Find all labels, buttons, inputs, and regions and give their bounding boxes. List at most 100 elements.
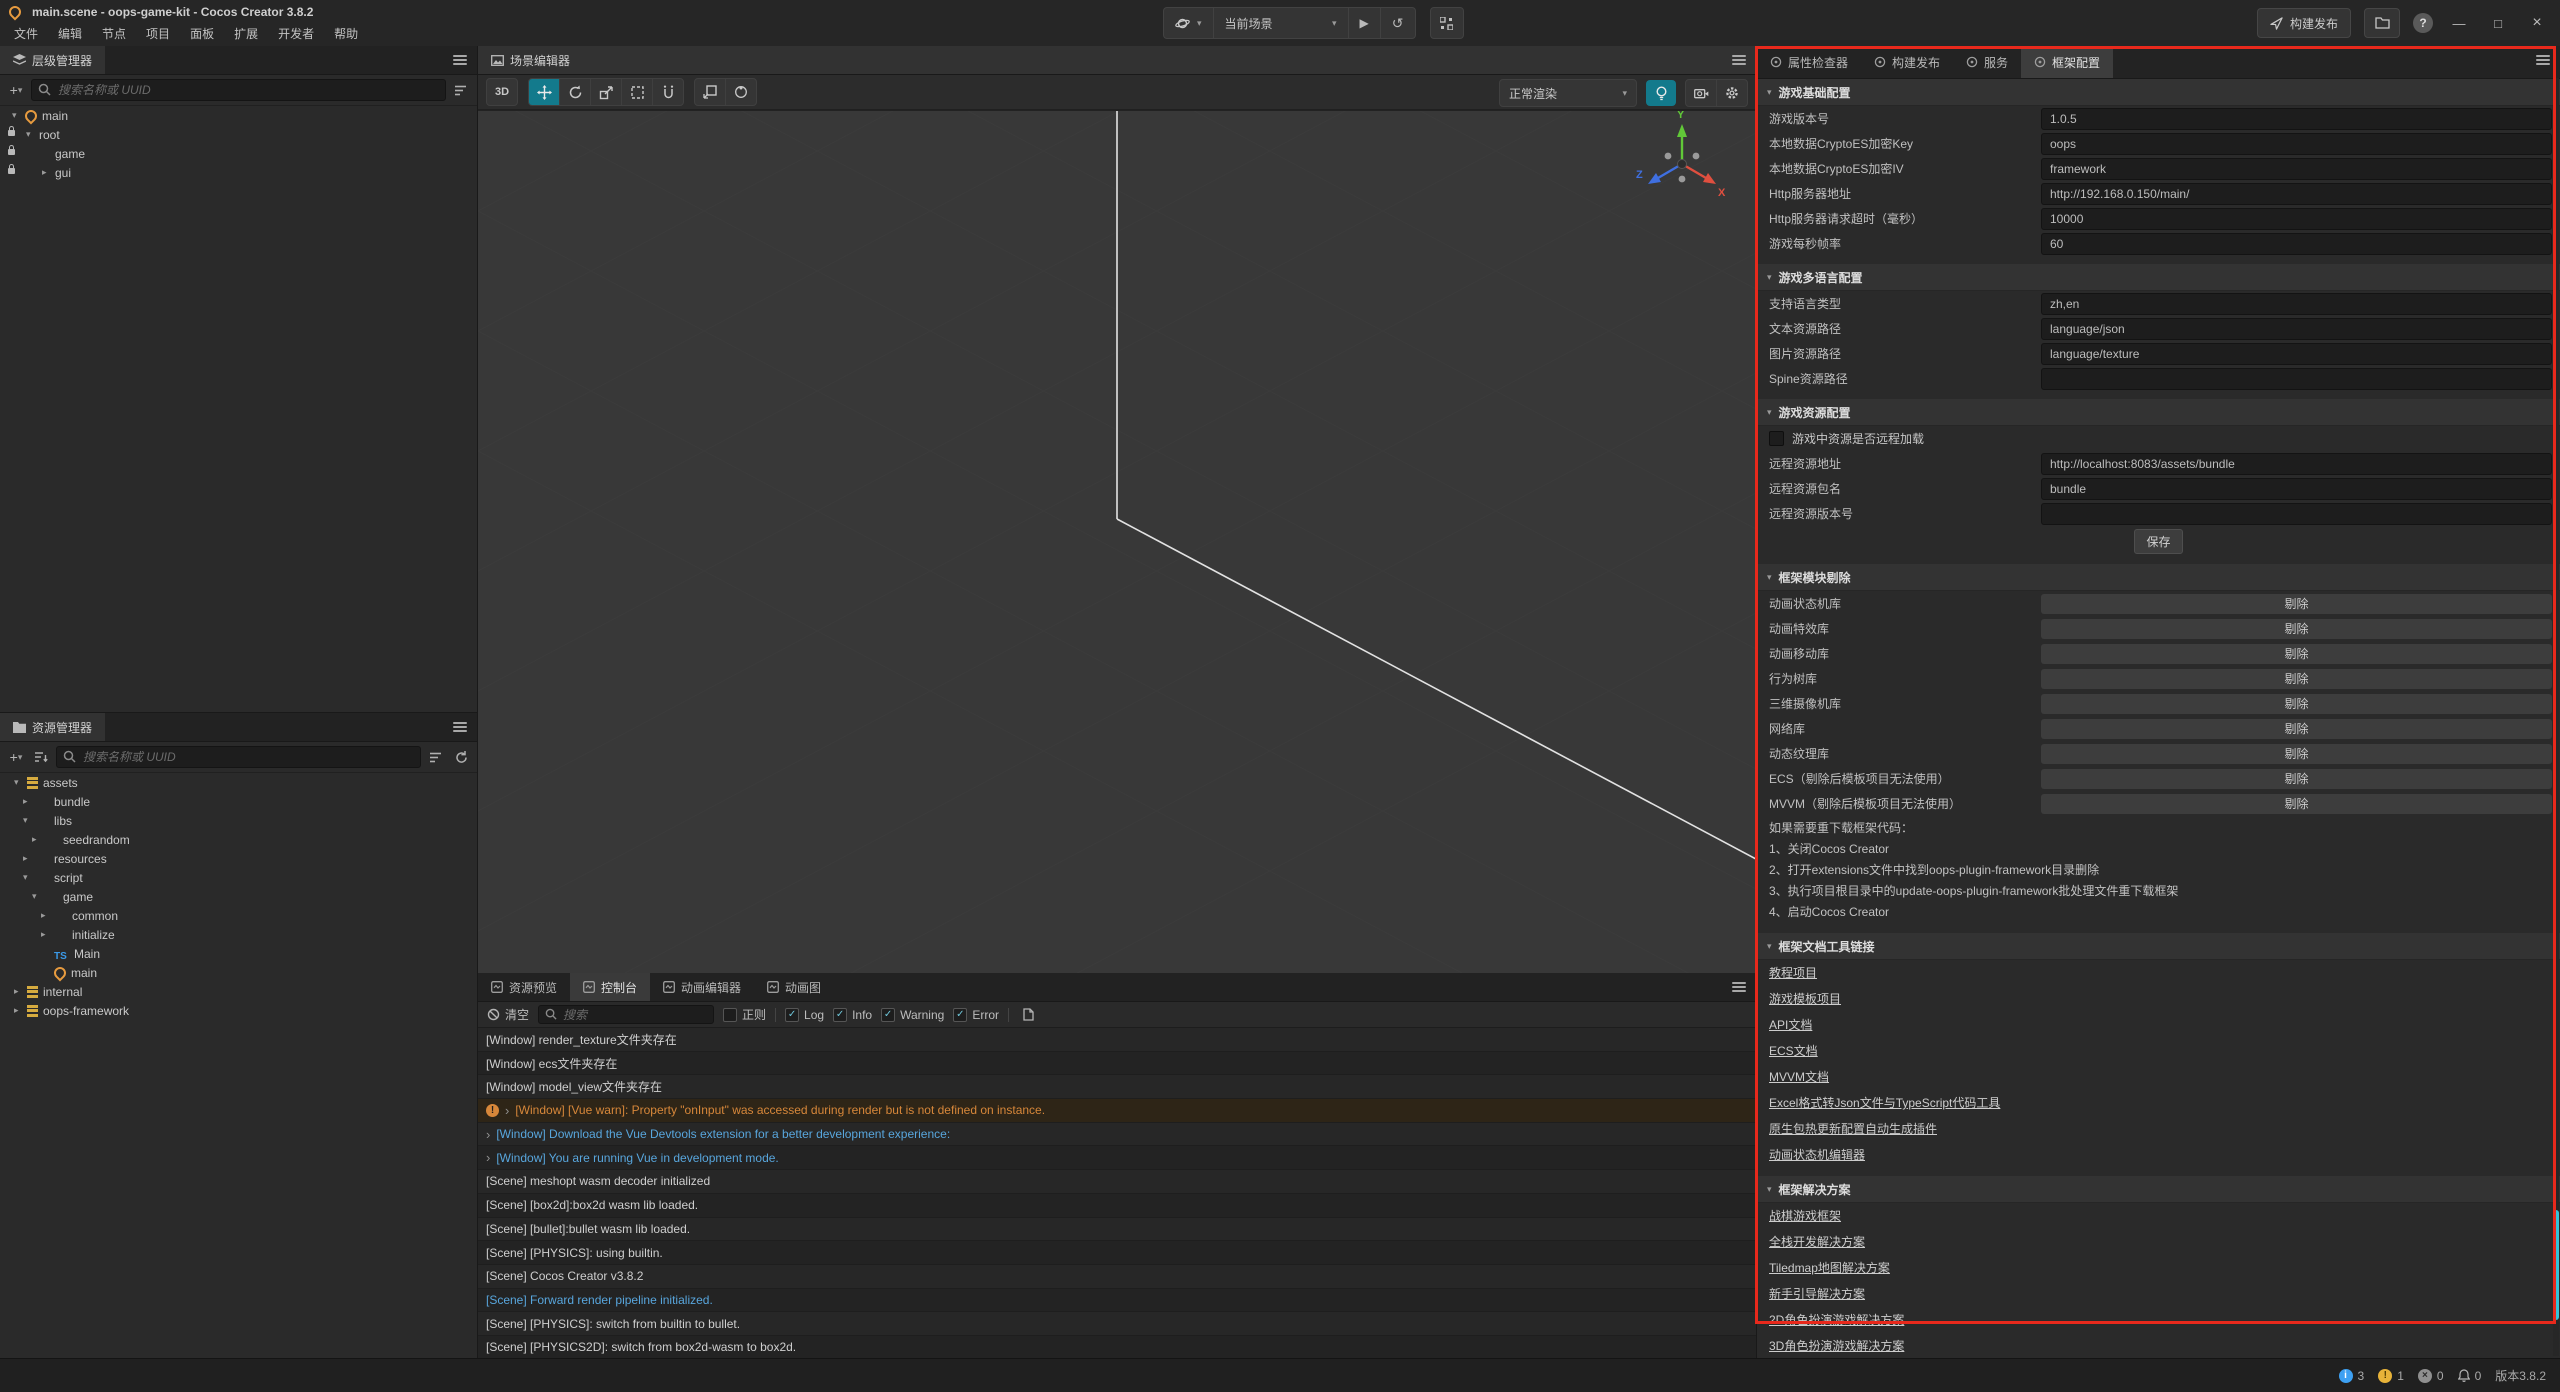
expand-arrow-icon[interactable]: ▾ xyxy=(26,129,39,140)
save-button[interactable]: 保存 xyxy=(2134,529,2182,554)
assets-menu-icon[interactable] xyxy=(453,722,467,734)
section-header-docs[interactable]: ▾ 框架文档工具链接 xyxy=(1757,933,2560,960)
hierarchy-node[interactable]: game xyxy=(0,144,477,163)
section-header-solutions[interactable]: ▾ 框架解决方案 xyxy=(1757,1176,2560,1203)
hierarchy-node[interactable]: ▾ main xyxy=(0,106,477,125)
console-log-row[interactable]: ! › [Scene] [PHYSICS2D]: switch from box… xyxy=(478,1336,1756,1360)
log-filter-checkbox[interactable]: ✓ Log xyxy=(785,1008,824,1022)
console-tab[interactable]: 动画编辑器 xyxy=(650,973,754,1001)
config-input[interactable]: http://192.168.0.150/main/ xyxy=(2041,183,2552,205)
remove-module-button[interactable]: 剔除 xyxy=(2041,619,2552,639)
expand-arrow-icon[interactable]: › xyxy=(486,1127,490,1142)
minimize-button[interactable]: — xyxy=(2446,16,2472,31)
remove-module-button[interactable]: 剔除 xyxy=(2041,719,2552,739)
rotate-tool-button[interactable] xyxy=(560,79,591,105)
asset-node[interactable]: Main xyxy=(0,944,477,963)
warning-count[interactable]: ! 1 xyxy=(2378,1369,2404,1383)
remove-module-button[interactable]: 剔除 xyxy=(2041,794,2552,814)
asset-node[interactable]: ▸ initialize xyxy=(0,925,477,944)
expand-arrow-icon[interactable]: › xyxy=(505,1103,509,1118)
solution-link[interactable]: 3D角色扮演游戏解决方案 xyxy=(1769,1339,1904,1353)
console-log-row[interactable]: ! › [Window] Download the Vue Devtools e… xyxy=(478,1123,1756,1147)
log-filter-checkbox[interactable]: ✓ Error xyxy=(953,1008,999,1022)
doc-link[interactable]: MVVM文档 xyxy=(1769,1070,1829,1084)
expand-arrow-icon[interactable]: ▸ xyxy=(41,910,54,921)
asset-node[interactable]: ▸ seedrandom xyxy=(0,830,477,849)
doc-link[interactable]: ECS文档 xyxy=(1769,1044,1818,1058)
expand-arrow-icon[interactable]: ▸ xyxy=(23,853,36,864)
expand-arrow-icon[interactable]: ▾ xyxy=(23,815,36,826)
scene-camera-button[interactable] xyxy=(1686,80,1717,106)
remove-module-button[interactable]: 剔除 xyxy=(2041,644,2552,664)
rect-tool-button[interactable] xyxy=(622,79,653,105)
expand-arrow-icon[interactable]: › xyxy=(486,1150,490,1165)
inspector-tab[interactable]: 构建发布 xyxy=(1861,46,1953,78)
regex-checkbox[interactable]: 正则 xyxy=(723,1006,766,1023)
log-filter-checkbox[interactable]: ✓ Info xyxy=(833,1008,872,1022)
config-input[interactable]: oops xyxy=(2041,133,2552,155)
pivot-button[interactable] xyxy=(695,79,726,105)
menu-item[interactable]: 面板 xyxy=(180,22,224,46)
menu-item[interactable]: 节点 xyxy=(92,22,136,46)
render-mode-select[interactable]: 正常渲染 ▾ xyxy=(1499,79,1637,107)
hierarchy-tab[interactable]: 层级管理器 xyxy=(0,46,105,74)
config-input[interactable]: zh,en xyxy=(2041,293,2552,315)
console-menu-icon[interactable] xyxy=(1732,982,1746,994)
scene-select[interactable]: 当前场景 ▾ xyxy=(1214,8,1349,38)
scene-menu-icon[interactable] xyxy=(1732,55,1746,67)
console-log-row[interactable]: ! › [Window] You are running Vue in deve… xyxy=(478,1146,1756,1170)
hierarchy-search-input[interactable] xyxy=(31,79,446,101)
solution-link[interactable]: 新手引导解决方案 xyxy=(1769,1287,1865,1301)
console-tab[interactable]: 动画图 xyxy=(754,973,834,1001)
layout-grid-button[interactable] xyxy=(1430,7,1464,39)
menu-item[interactable]: 扩展 xyxy=(224,22,268,46)
coordinate-button[interactable] xyxy=(726,79,756,105)
console-log-row[interactable]: ! › [Window] ecs文件夹存在 xyxy=(478,1052,1756,1076)
play-button[interactable]: ▶ xyxy=(1349,8,1381,38)
console-log-row[interactable]: ! › [Scene] Cocos Creator v3.8.2 xyxy=(478,1265,1756,1289)
expand-arrow-icon[interactable]: ▾ xyxy=(32,891,45,902)
console-log-row[interactable]: ! › [Scene] meshopt wasm decoder initial… xyxy=(478,1170,1756,1194)
build-publish-button[interactable]: 构建发布 xyxy=(2257,8,2351,38)
scene-settings-button[interactable] xyxy=(1717,80,1747,106)
doc-link[interactable]: API文档 xyxy=(1769,1018,1812,1032)
console-log-row[interactable]: ! › [Scene] [box2d]:box2d wasm lib loade… xyxy=(478,1194,1756,1218)
help-button[interactable]: ? xyxy=(2413,13,2433,33)
open-folder-button[interactable] xyxy=(2364,8,2400,38)
remove-module-button[interactable]: 剔除 xyxy=(2041,694,2552,714)
doc-link[interactable]: 原生包热更新配置自动生成插件 xyxy=(1769,1122,1937,1136)
console-log-row[interactable]: ! › [Scene] [PHYSICS]: switch from built… xyxy=(478,1312,1756,1336)
config-input[interactable]: 10000 xyxy=(2041,208,2552,230)
asset-node[interactable]: main xyxy=(0,963,477,982)
asset-node[interactable]: ▸ bundle xyxy=(0,792,477,811)
asset-node[interactable]: ▸ resources xyxy=(0,849,477,868)
expand-arrow-icon[interactable]: ▸ xyxy=(14,986,27,997)
hierarchy-node[interactable]: ▸ gui xyxy=(0,163,477,182)
scene-viewport[interactable]: X Y Z xyxy=(478,111,1756,973)
console-log-row[interactable]: ! › [Scene] [PHYSICS]: using builtin. xyxy=(478,1241,1756,1265)
asset-node[interactable]: ▸ oops-framework xyxy=(0,1001,477,1020)
maximize-button[interactable]: □ xyxy=(2485,16,2511,31)
hierarchy-filter-button[interactable] xyxy=(451,80,471,100)
sort-assets-button[interactable] xyxy=(31,747,51,767)
solution-link[interactable]: Tiledmap地图解决方案 xyxy=(1769,1261,1890,1275)
clear-console-button[interactable]: 清空 xyxy=(487,1006,529,1023)
hierarchy-menu-icon[interactable] xyxy=(453,55,467,67)
refresh-assets-button[interactable] xyxy=(451,747,471,767)
doc-link[interactable]: Excel格式转Json文件与TypeScript代码工具 xyxy=(1769,1096,2000,1110)
asset-node[interactable]: ▾ libs xyxy=(0,811,477,830)
console-log-row[interactable]: ! › [Window] render_texture文件夹存在 xyxy=(478,1028,1756,1052)
expand-arrow-icon[interactable]: ▾ xyxy=(14,777,27,788)
section-header-basic[interactable]: ▾ 游戏基础配置 xyxy=(1757,79,2560,106)
asset-node[interactable]: ▾ game xyxy=(0,887,477,906)
console-log-row[interactable]: ! › [Scene] Forward render pipeline init… xyxy=(478,1289,1756,1313)
solution-link[interactable]: 2D角色扮演游戏解决方案 xyxy=(1769,1313,1904,1327)
ui-transform-tool-button[interactable] xyxy=(653,79,683,105)
config-input[interactable]: framework xyxy=(2041,158,2552,180)
config-input[interactable] xyxy=(2041,503,2552,525)
expand-arrow-icon[interactable]: ▾ xyxy=(12,110,25,121)
log-filter-checkbox[interactable]: ✓ Warning xyxy=(881,1008,944,1022)
doc-link[interactable]: 动画状态机编辑器 xyxy=(1769,1148,1865,1162)
section-header-modules[interactable]: ▾ 框架模块剔除 xyxy=(1757,564,2560,591)
assets-filter-button[interactable] xyxy=(426,747,446,767)
